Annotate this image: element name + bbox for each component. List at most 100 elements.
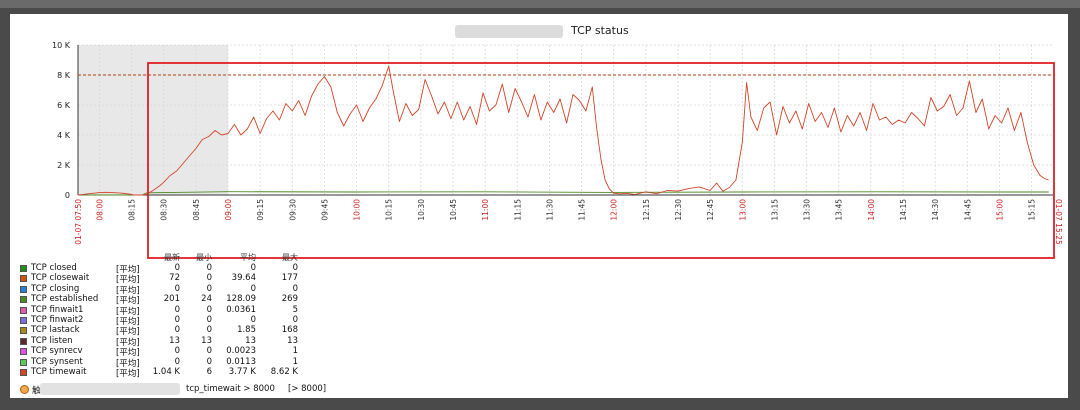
trigger-status-icon [20,385,29,394]
legend-swatch [20,337,27,345]
legend-value-min: 24 [201,294,212,305]
legend-value-min: 0 [206,356,212,367]
legend-value-max: 5 [292,304,298,315]
legend-swatch [20,358,27,366]
legend-swatch [20,296,27,304]
legend-swatch [20,369,27,376]
legend-value-max: 269 [281,294,298,305]
y-tick-label: 8 K [57,71,71,80]
legend-item-name: TCP closing [31,283,80,294]
x-tick-label: 14:15 [899,199,908,221]
x-tick-label: 13:15 [770,199,779,221]
legend-value-max: 0 [292,283,298,294]
legend-swatch [20,317,27,324]
legend-swatch [20,306,27,314]
legend-value-avg: 3.77 K [228,367,256,377]
x-tick-label: 08:30 [160,199,169,221]
x-tick-label: 12:15 [642,199,651,221]
legend-value-min: 0 [206,346,212,357]
legend-swatch [20,275,27,283]
x-end-label: 01-07 15:25 [1054,199,1063,245]
legend-value-max: 1 [292,356,298,367]
x-tick-label: 10:45 [449,199,458,221]
legend-value-avg: 39.64 [231,273,256,284]
x-tick-label: 14:45 [963,199,972,221]
legend-value-last: 0 [174,315,180,325]
legend-header-last: 最新 [164,253,180,262]
y-tick-label: 10 K [52,41,71,50]
legend-item-name: TCP established [31,294,99,305]
legend-swatch [20,327,27,335]
x-tick-label: 14:00 [867,199,876,221]
legend-header-min: 最小 [196,253,212,262]
trigger-expression: tcp_timewait > 8000 [186,384,275,394]
legend-item-name: TCP timewait [31,367,87,377]
legend-value-max: 0 [292,315,298,325]
y-tick-label: 6 K [57,101,71,110]
legend-header-avg: 平均 [240,253,256,262]
legend-value-max: 168 [281,325,298,336]
x-tick-label: 12:45 [706,199,715,221]
legend-value-max: 13 [287,335,298,346]
legend-value-avg: 0.0023 [226,346,256,357]
legend-item-name: TCP lastack [31,325,80,336]
x-tick-label: 09:30 [288,199,297,221]
y-tick-label: 2 K [57,161,71,170]
x-tick-label: 10:00 [353,199,362,221]
legend-value-min: 0 [206,273,212,284]
legend-value-min: 13 [201,335,212,346]
legend-value-avg: 1.85 [237,325,256,336]
x-tick-label: 08:00 [95,199,104,221]
legend-item-name: TCP finwait2 [31,315,84,325]
x-tick-label: 13:45 [835,199,844,221]
legend-item-name: TCP synrecv [31,346,83,357]
legend-value-avg: 13 [245,335,256,346]
legend-value-avg: 0 [250,283,256,294]
no-data-shading [78,45,228,195]
x-tick-label: 11:15 [513,199,522,221]
x-tick-label: 11:00 [481,199,490,221]
legend-value-last: 0 [174,325,180,336]
legend-value-min: 0 [206,325,212,336]
legend-value-last: 0 [174,263,180,273]
legend-value-avg: 128.09 [226,294,256,305]
legend-value-last: 0 [174,304,180,315]
redacted-trigger-name [40,383,180,395]
legend-value-last: 1.04 K [152,367,180,377]
y-tick-label: 4 K [57,131,71,140]
legend-value-avg: 0 [250,263,256,273]
y-tick-label: 0 [65,191,70,200]
legend-value-min: 0 [206,304,212,315]
legend-value-last: 201 [163,294,180,305]
legend-value-avg: 0.0361 [226,304,256,315]
legend-swatch [20,348,27,356]
legend-value-last: 0 [174,283,180,294]
legend-value-max: 177 [281,273,298,284]
x-tick-label: 13:00 [738,199,747,221]
x-tick-label: 09:15 [256,199,265,221]
legend-value-last: 0 [174,356,180,367]
legend-item-name: TCP listen [31,335,73,346]
legend-value-avg: 0.0113 [226,356,256,367]
x-tick-label: 08:15 [128,199,137,221]
legend-item-name: TCP synsent [31,356,83,367]
x-tick-label: 13:30 [803,199,812,221]
legend-item-name: TCP closed [31,263,77,273]
legend-item-name: TCP closewait [31,273,90,284]
legend-item-name: TCP finwait1 [31,304,84,315]
x-tick-label: 12:30 [674,199,683,221]
trigger-value: [> 8000] [288,384,327,394]
x-tick-label: 09:45 [320,199,329,221]
legend-value-last: 13 [169,335,180,346]
legend-value-min: 0 [206,263,212,273]
x-tick-label: 08:45 [192,199,201,221]
x-start-label: 01-07 07:50 [74,199,83,245]
legend-value-avg: 0 [250,315,256,325]
legend-value-max: 0 [292,263,298,273]
x-tick-label: 10:15 [385,199,394,221]
chart-canvas: 0 2 K 4 K 6 K 8 K 10 K 08:00 08:15 08:30 08:45 09:… [52,41,1063,259]
legend-header-max: 最大 [282,253,298,262]
legend-value-min: 0 [206,315,212,325]
legend-swatch [20,265,27,272]
legend-value-min: 6 [206,367,212,377]
